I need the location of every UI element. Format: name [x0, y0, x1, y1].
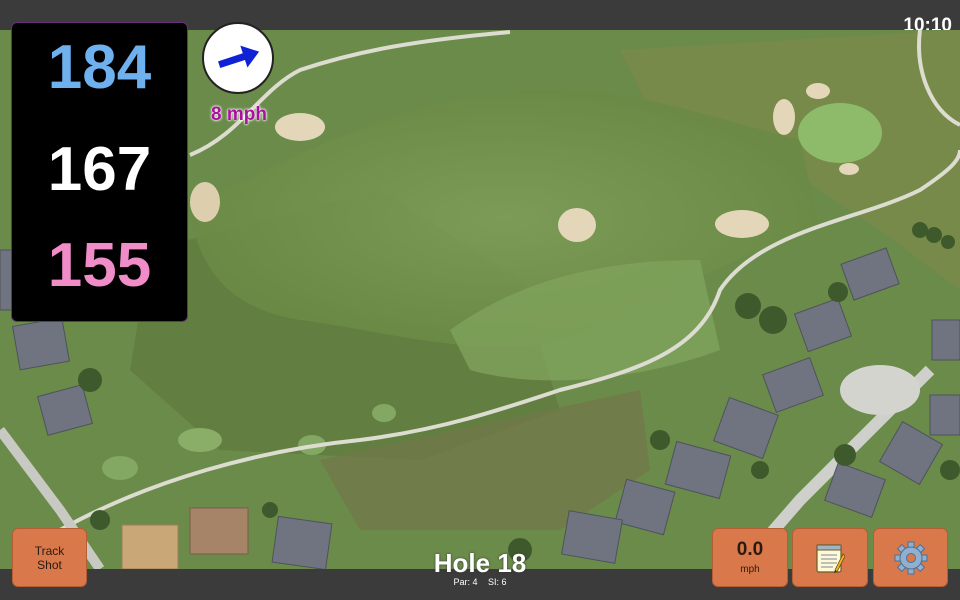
wind-speed: 8 mph [211, 104, 267, 125]
back-distance: 184 [47, 33, 152, 102]
wind-arrow-icon [218, 45, 260, 68]
wind-indicator [202, 22, 274, 94]
track-shot-button[interactable]: Track Shot [12, 528, 87, 587]
middle-distance: 167 [47, 135, 152, 204]
track-shot-label-line1: Track [34, 543, 65, 558]
hole-title: Hole 18 [433, 548, 527, 578]
gear-icon [894, 541, 927, 574]
front-distance: 155 [47, 231, 152, 300]
speed-unit: mph [740, 564, 760, 575]
settings-button[interactable] [873, 528, 948, 587]
hole-stroke-index: SI: 6 [488, 577, 507, 587]
hole-par: Par: 4 [453, 577, 478, 587]
notes-button[interactable] [792, 528, 868, 587]
hole-info: Par: 4 SI: 6 [380, 577, 580, 587]
track-shot-label-line2: Shot [37, 557, 62, 572]
speed-button[interactable]: 0.0 mph [712, 528, 788, 587]
speed-value: 0.0 [736, 539, 764, 560]
notepad-icon [816, 543, 845, 573]
distance-panel: 184 167 155 [11, 22, 188, 322]
